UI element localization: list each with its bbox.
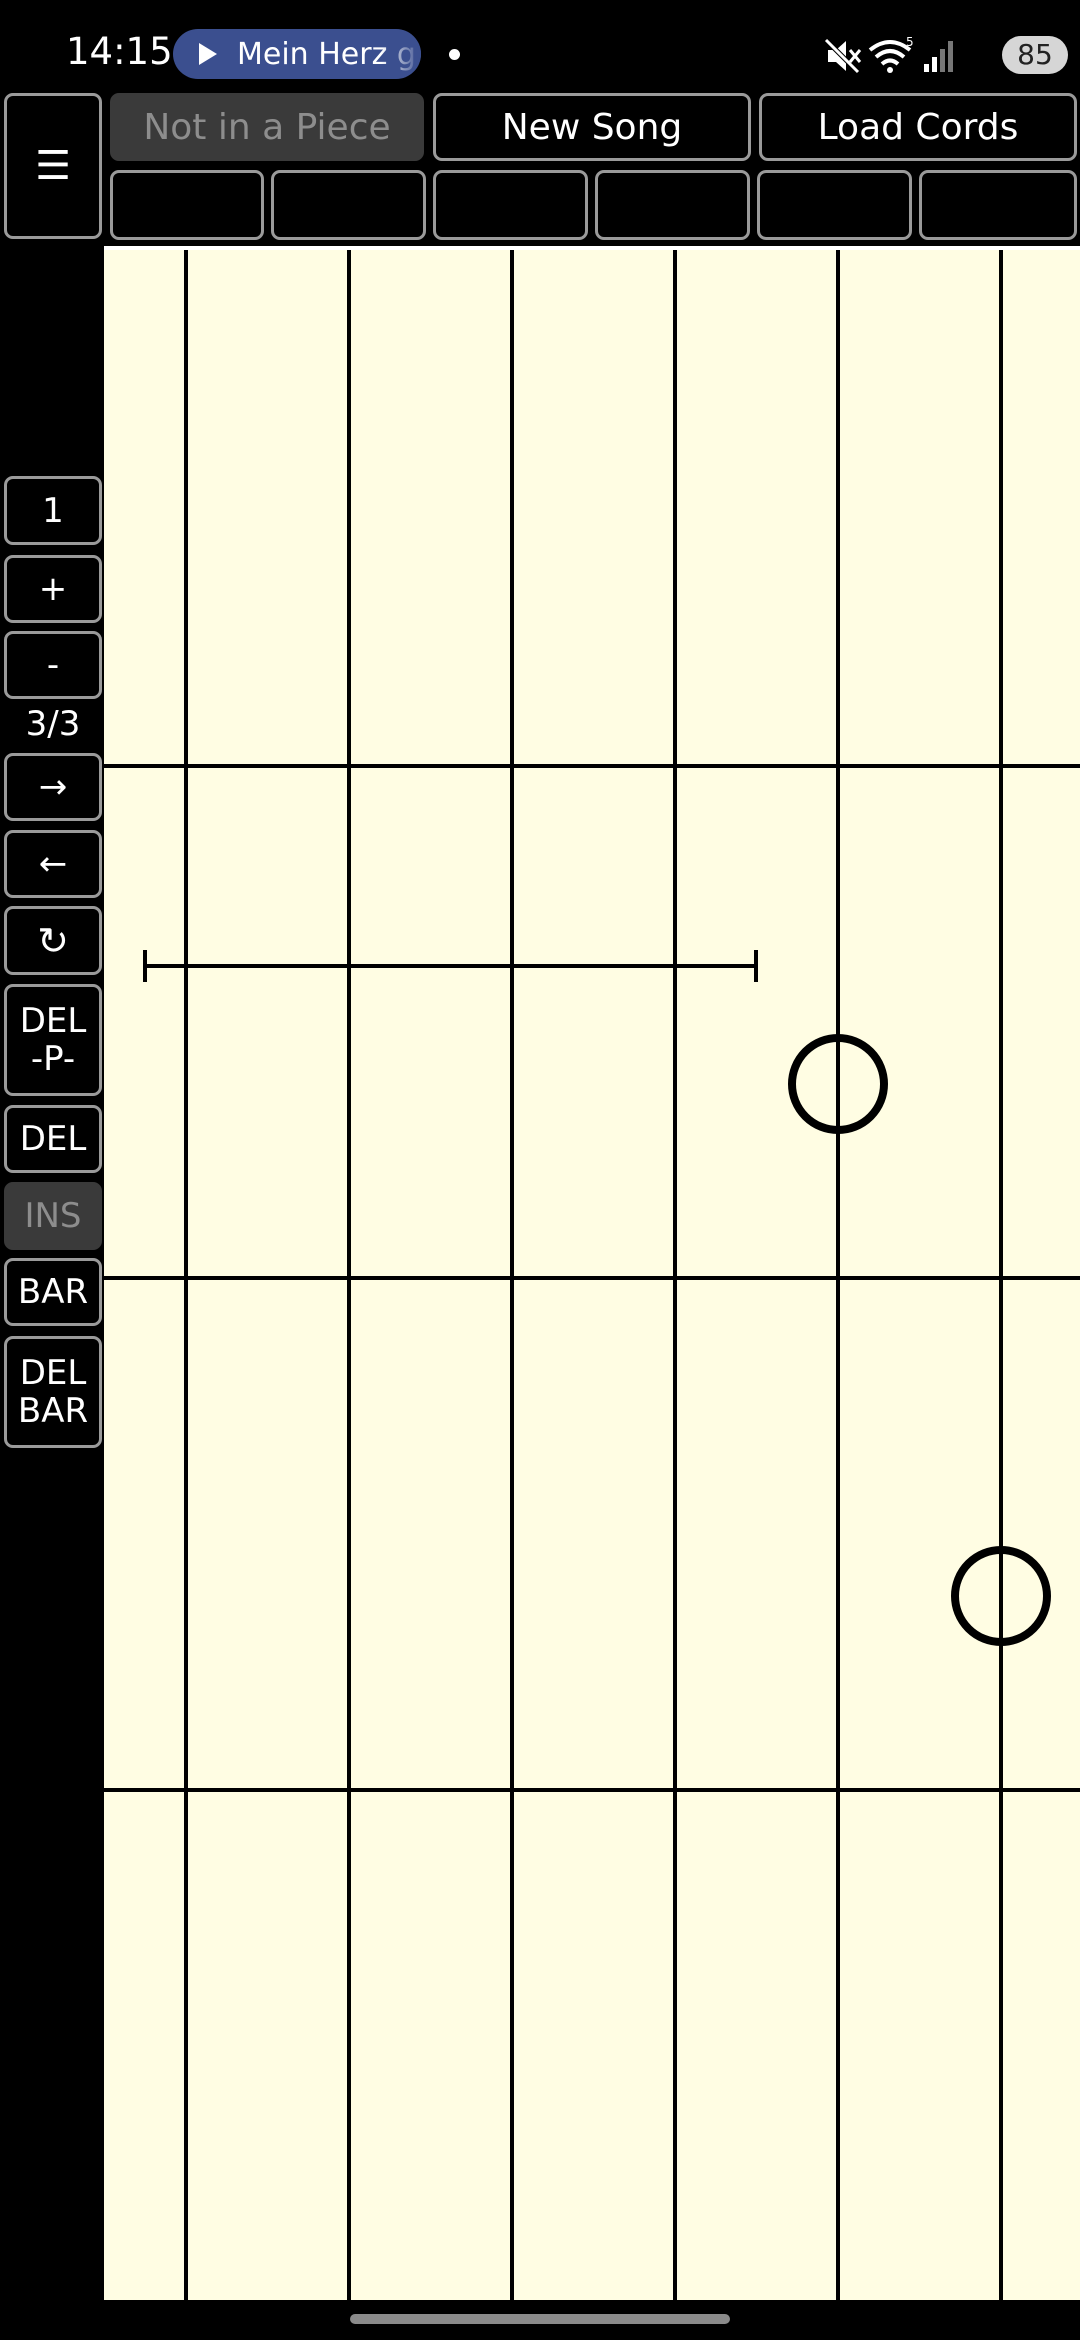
arrow-left-icon: ← [38,844,68,884]
mute-icon [824,38,862,74]
chord-slot-2[interactable] [271,170,426,240]
previous-button[interactable]: ← [4,830,102,898]
barre-marker [143,950,758,982]
fretboard[interactable] [104,250,1080,2300]
chord-slot-3[interactable] [433,170,588,240]
chord-one-button[interactable]: 1 [4,476,102,545]
not-in-a-piece-button[interactable]: Not in a Piece [110,93,424,161]
page-indicator: 3/3 [25,704,81,744]
load-cords-button[interactable]: Load Cords [759,93,1077,161]
insert-button[interactable]: INS [4,1182,102,1250]
arrow-right-icon: → [38,767,68,807]
fretboard-grid [104,250,1080,2300]
bar-button[interactable]: BAR [4,1258,102,1326]
chord-slot-5[interactable] [757,170,912,240]
next-button[interactable]: → [4,753,102,821]
plus-icon: + [38,569,68,609]
refresh-button[interactable]: ↻ [4,906,102,975]
refresh-icon: ↻ [37,918,69,963]
chord-slot-6[interactable] [919,170,1077,240]
play-icon [199,43,217,65]
battery-icon: 85 [1002,36,1068,74]
chord-slot-4[interactable] [595,170,750,240]
delete-page-button[interactable]: DEL -P- [4,984,102,1096]
delete-bar-button[interactable]: DEL BAR [4,1336,102,1448]
add-button[interactable]: + [4,555,102,623]
remove-button[interactable]: - [4,631,102,699]
media-chip[interactable]: Mein Herz g [173,29,421,79]
signal-icon [924,41,953,72]
wifi-icon: 5 [868,36,914,73]
home-indicator[interactable] [350,2314,730,2324]
delete-button[interactable]: DEL [4,1105,102,1173]
menu-button[interactable]: ☰ [4,93,102,239]
status-time: 14:15 [66,30,173,73]
notification-dot-icon [449,49,460,60]
minus-icon: - [46,645,60,685]
svg-text:5: 5 [906,36,914,49]
hamburger-icon: ☰ [35,143,71,189]
new-song-button[interactable]: New Song [433,93,751,161]
chord-slot-1[interactable] [110,170,264,240]
